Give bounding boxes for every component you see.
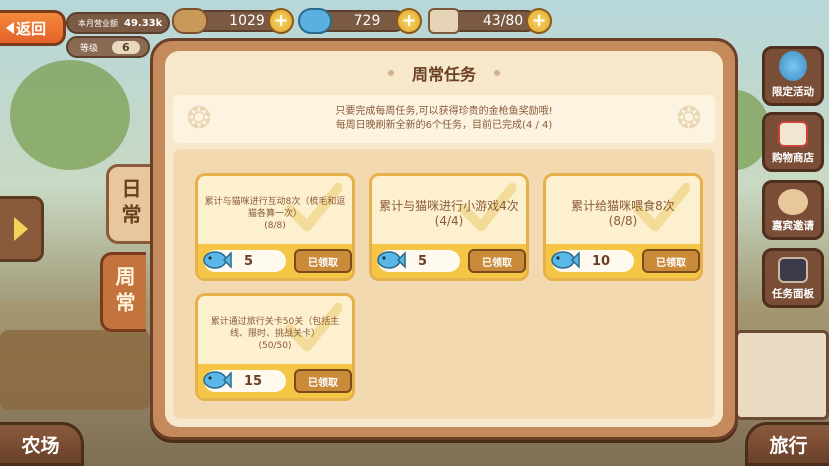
scroll-left-button[interactable] [0, 196, 44, 262]
task-description: 累计给猫咪喂食8次 (8/8) [552, 182, 694, 246]
farm-button[interactable]: 农场 [0, 422, 84, 466]
task-card: 累计通过旅行关卡50关（包括主线、限时、挑战关卡） (50/50) 15 已领取 [195, 293, 355, 401]
level-label: 等级 [80, 43, 99, 54]
background-crates [0, 330, 150, 410]
background-shop [735, 330, 829, 420]
swirl-decoration-icon: ❂ [186, 101, 212, 136]
info-banner: ❂ 只要完成每周任务,可以获得珍贵的金枪鱼奖励哦! 每周日晚刷新全新的6个任务，… [173, 95, 715, 143]
paw-icon [428, 8, 460, 34]
reward-pill: 5 [203, 250, 286, 272]
claimed-button[interactable]: 已领取 [294, 249, 352, 273]
fish-icon [203, 251, 232, 269]
background-tree [10, 60, 130, 170]
add-coin-button[interactable]: + [268, 8, 294, 34]
task-text: 累计通过旅行关卡50关（包括主线、限时、挑战关卡） [210, 317, 340, 339]
reward-pill: 15 [203, 370, 286, 392]
panel-header: 周常任务 [165, 51, 723, 95]
arrow-right-icon [13, 217, 28, 241]
task-progress: (50/50) [258, 341, 292, 351]
coin-value: 1029 [229, 13, 265, 29]
task-board-label: 任务面板 [772, 288, 814, 300]
reward-pill: 10 [551, 250, 634, 272]
banner-line-1: 只要完成每周任务,可以获得珍贵的金枪鱼奖励哦! [335, 106, 553, 117]
back-label: 返回 [16, 19, 47, 38]
level-value: 6 [112, 40, 140, 54]
swirl-decoration-icon: ❂ [676, 101, 702, 136]
task-footer: 5 已领取 [372, 244, 526, 278]
fish-icon [298, 8, 332, 34]
farm-label: 农场 [21, 434, 60, 457]
panel-inner: 周常任务 ❂ 只要完成每周任务,可以获得珍贵的金枪鱼奖励哦! 每周日晚刷新全新的… [165, 51, 723, 427]
title-dot-right [494, 70, 500, 76]
back-arrow-icon [6, 22, 14, 34]
task-footer: 15 已领取 [198, 364, 352, 398]
task-progress: (8/8) [608, 214, 638, 228]
fish-icon [377, 251, 406, 269]
shop-icon [778, 121, 808, 147]
travel-button[interactable]: 旅行 [745, 422, 829, 466]
travel-label: 旅行 [769, 434, 808, 457]
task-progress: (4/4) [434, 214, 464, 228]
guest-invite-label: 嘉宾邀请 [772, 220, 814, 232]
balloon-icon [779, 51, 807, 81]
revenue-label: 本月营业额 [78, 18, 118, 28]
revenue-pill: 本月营业额 49.33k [66, 12, 170, 34]
task-description: 累计与猫咪进行互动8次（梳毛和逗猫各算一次） (8/8) [204, 182, 346, 246]
claimed-button[interactable]: 已领取 [642, 249, 700, 273]
fish-value: 729 [353, 13, 381, 29]
banner-line-2: 每周日晚刷新全新的6个任务，目前已完成(4 / 4) [335, 120, 553, 131]
limited-event-label: 限定活动 [772, 86, 814, 98]
reward-amount: 15 [244, 373, 263, 389]
task-card: 累计与猫咪进行小游戏4次 (4/4) 5 已领取 [369, 173, 529, 281]
reward-amount: 5 [418, 253, 428, 269]
task-description: 累计通过旅行关卡50关（包括主线、限时、挑战关卡） (50/50) [204, 302, 346, 366]
coin-icon [172, 8, 208, 34]
task-text: 累计与猫咪进行互动8次（梳毛和逗猫各算一次） [204, 197, 346, 219]
claimed-button[interactable]: 已领取 [468, 249, 526, 273]
task-text: 累计与猫咪进行小游戏4次 [379, 199, 519, 213]
task-list: 累计与猫咪进行互动8次（梳毛和逗猫各算一次） (8/8) 5 已领取 累计与猫咪… [173, 149, 715, 419]
title-dot-left [387, 70, 394, 76]
tab-weekly-label: 周常 [112, 266, 136, 318]
fish-icon [203, 371, 232, 389]
add-cat-button[interactable]: + [526, 8, 552, 34]
panel-title: 周常任务 [411, 65, 476, 84]
limited-event-button[interactable]: 限定活动 [762, 46, 824, 106]
revenue-value: 49.33k [124, 17, 163, 29]
task-footer: 5 已领取 [198, 244, 352, 278]
task-board-button[interactable]: 任务面板 [762, 248, 824, 308]
tab-daily-label: 日常 [118, 178, 142, 230]
fish-icon [551, 251, 580, 269]
task-text: 累计给猫咪喂食8次 [571, 199, 675, 213]
task-footer: 10 已领取 [546, 244, 700, 278]
guest-invite-button[interactable]: 嘉宾邀请 [762, 180, 824, 240]
reward-pill: 5 [377, 250, 460, 272]
weekly-task-panel: 周常任务 ❂ 只要完成每周任务,可以获得珍贵的金枪鱼奖励哦! 每周日晚刷新全新的… [150, 38, 738, 440]
task-progress: (8/8) [264, 221, 286, 231]
tab-daily[interactable]: 日常 [106, 164, 152, 244]
task-card: 累计与猫咪进行互动8次（梳毛和逗猫各算一次） (8/8) 5 已领取 [195, 173, 355, 281]
hamster-icon [778, 189, 808, 215]
add-fish-button[interactable]: + [396, 8, 422, 34]
shop-label: 购物商店 [772, 152, 814, 164]
shop-button[interactable]: 购物商店 [762, 112, 824, 172]
claimed-button[interactable]: 已领取 [294, 369, 352, 393]
level-pill: 等级 6 [66, 36, 150, 58]
task-description: 累计与猫咪进行小游戏4次 (4/4) [378, 182, 520, 246]
task-board-icon [778, 257, 808, 283]
task-card: 累计给猫咪喂食8次 (8/8) 10 已领取 [543, 173, 703, 281]
reward-amount: 5 [244, 253, 254, 269]
tab-weekly[interactable]: 周常 [100, 252, 146, 332]
reward-amount: 10 [592, 253, 611, 269]
back-button[interactable]: 返回 [0, 10, 66, 46]
cat-count-value: 43/80 [482, 13, 524, 29]
